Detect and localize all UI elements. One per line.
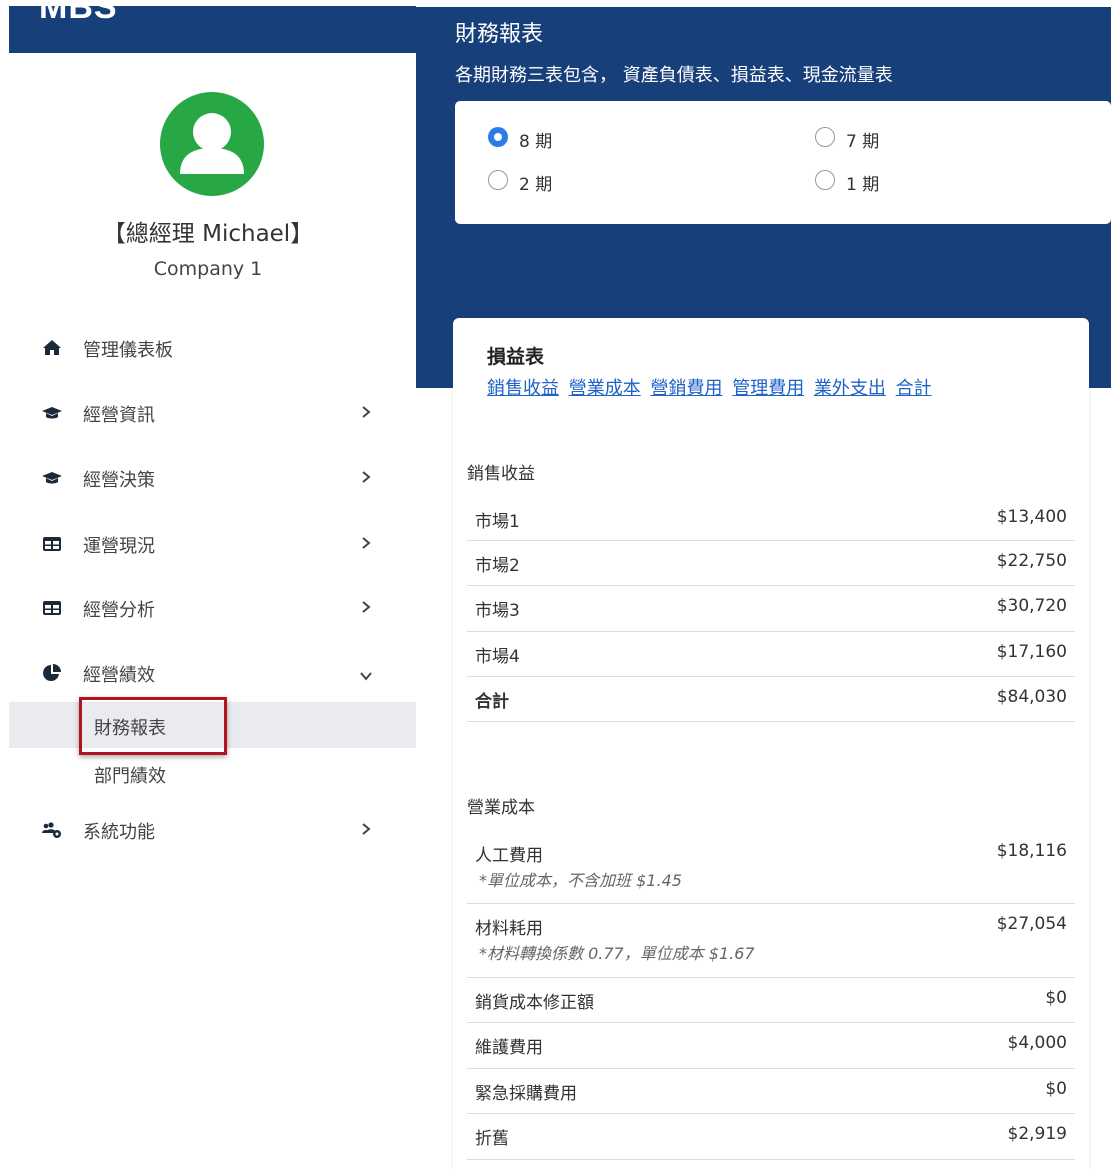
chevron-right-icon [362, 406, 371, 418]
row-value: $84,030 [996, 687, 1067, 707]
chevron-right-icon [362, 537, 371, 549]
radio-period-7[interactable] [815, 127, 835, 147]
table-icon [43, 601, 61, 615]
company-name: Company 1 [153, 258, 263, 280]
chevron-right-icon [362, 823, 371, 835]
row-value: $17,160 [996, 642, 1067, 662]
row-value: $2,919 [1007, 1124, 1067, 1144]
row-name: 市場3 [475, 601, 520, 621]
anchor-total[interactable]: 合計 [896, 378, 932, 399]
brand-bar: MBS [9, 6, 416, 53]
radio-label[interactable]: 1 期 [846, 170, 879, 195]
sidebar-item-business-info[interactable]: 經營資訊 [9, 393, 416, 433]
graduation-cap-icon [42, 407, 62, 419]
chevron-right-icon [362, 601, 371, 613]
sidebar-item-label: 運營現況 [83, 536, 155, 557]
radio-label[interactable]: 8 期 [519, 127, 552, 152]
anchor-admin-expense[interactable]: 管理費用 [732, 378, 804, 399]
row-value: $0 [1045, 1079, 1067, 1099]
row-name: 市場2 [475, 556, 520, 576]
period-selector: 8 期 7 期 2 期 1 期 [455, 101, 1111, 224]
sidebar-item-label: 管理儀表板 [83, 340, 173, 361]
table-row: 市場1 $13,400 [467, 497, 1075, 541]
radio-label[interactable]: 2 期 [519, 170, 552, 195]
page-title: 財務報表 [455, 22, 544, 47]
row-value: $18,116 [996, 841, 1067, 861]
table-row: 市場3 $30,720 [467, 586, 1075, 632]
row-value: $27,054 [996, 914, 1067, 934]
row-note: *單位成本，不含加班 $1.45 [479, 871, 682, 890]
brand-logo[interactable]: MBS [39, 6, 118, 27]
row-name: 緊急採購費用 [475, 1084, 577, 1104]
row-name: 銷貨成本修正額 [475, 993, 594, 1013]
pie-chart-icon [43, 664, 61, 681]
radio-label[interactable]: 7 期 [846, 127, 879, 152]
graduation-cap-icon [42, 472, 62, 484]
table-icon [43, 537, 61, 551]
users-cog-icon [42, 822, 61, 838]
sidebar-item-business-decision[interactable]: 經營決策 [9, 458, 416, 498]
row-name: 市場4 [475, 647, 520, 667]
sidebar-subitem-department-performance[interactable]: 部門績效 [94, 762, 166, 788]
table-row: 銷貨成本修正額 $0 [467, 978, 1075, 1023]
sidebar-item-label: 經營資訊 [83, 405, 155, 426]
row-value: $13,400 [996, 507, 1067, 527]
user-icon [180, 113, 244, 174]
income-statement-title: 損益表 [487, 346, 545, 368]
section-title-operating-cost: 營業成本 [467, 798, 535, 818]
chevron-right-icon [362, 471, 371, 483]
row-value: $22,750 [996, 551, 1067, 571]
highlight-annotation [79, 697, 227, 755]
row-value: $4,000 [1007, 1033, 1067, 1053]
row-value: $0 [1045, 988, 1067, 1008]
anchor-sales[interactable]: 銷售收益 [487, 378, 559, 399]
table-row: 緊急採購費用 $0 [467, 1069, 1075, 1114]
row-name: 折舊 [475, 1129, 509, 1149]
anchor-operating-cost[interactable]: 營業成本 [569, 378, 641, 399]
chevron-down-icon [360, 672, 372, 681]
sidebar-item-dashboard[interactable]: 管理儀表板 [9, 328, 416, 368]
sidebar-item-operations-status[interactable]: 運營現況 [9, 524, 416, 564]
row-name: 維護費用 [475, 1038, 543, 1058]
table-row-total: 合計 $84,030 [467, 677, 1075, 722]
anchor-non-operating[interactable]: 業外支出 [814, 378, 886, 399]
sidebar-item-business-analysis[interactable]: 經營分析 [9, 588, 416, 628]
radio-period-8[interactable] [488, 127, 508, 147]
sidebar-item-label: 經營績效 [83, 665, 155, 686]
row-name: 材料耗用 [475, 919, 543, 939]
table-row: 維護費用 $4,000 [467, 1023, 1075, 1069]
sidebar-item-label: 經營分析 [83, 600, 155, 621]
radio-period-2[interactable] [488, 170, 508, 190]
radio-period-1[interactable] [815, 170, 835, 190]
user-name: 【總經理 Michael】 [102, 221, 314, 247]
sidebar-item-label: 經營決策 [83, 470, 155, 491]
table-row: 市場2 $22,750 [467, 541, 1075, 586]
row-note: *材料轉換係數 0.77，單位成本 $1.67 [479, 944, 755, 963]
sidebar: MBS 【總經理 Michael】 Company 1 管理儀表板 經營資訊 經… [0, 0, 416, 1169]
sidebar-item-system-functions[interactable]: 系統功能 [9, 810, 416, 850]
table-row: 材料耗用 $27,054 *材料轉換係數 0.77，單位成本 $1.67 [467, 904, 1075, 978]
table-row: 人工費用 $18,116 *單位成本，不含加班 $1.45 [467, 831, 1075, 904]
row-name: 人工費用 [475, 846, 543, 866]
table-row: 市場4 $17,160 [467, 632, 1075, 677]
row-name: 市場1 [475, 512, 520, 532]
avatar [160, 92, 264, 196]
row-name: 合計 [475, 692, 509, 712]
sidebar-item-label: 系統功能 [83, 822, 155, 843]
section-anchor-links: 銷售收益 營業成本 營銷費用 管理費用 業外支出 合計 [487, 374, 936, 400]
home-icon [43, 340, 61, 355]
anchor-marketing-expense[interactable]: 營銷費用 [650, 378, 722, 399]
section-title-sales: 銷售收益 [467, 464, 535, 484]
table-row: 折舊 $2,919 [467, 1114, 1075, 1160]
page-subtitle: 各期財務三表包含， 資產負債表、損益表、現金流量表 [455, 65, 893, 86]
row-value: $30,720 [996, 596, 1067, 616]
sidebar-item-business-performance[interactable]: 經營績效 [9, 653, 416, 693]
